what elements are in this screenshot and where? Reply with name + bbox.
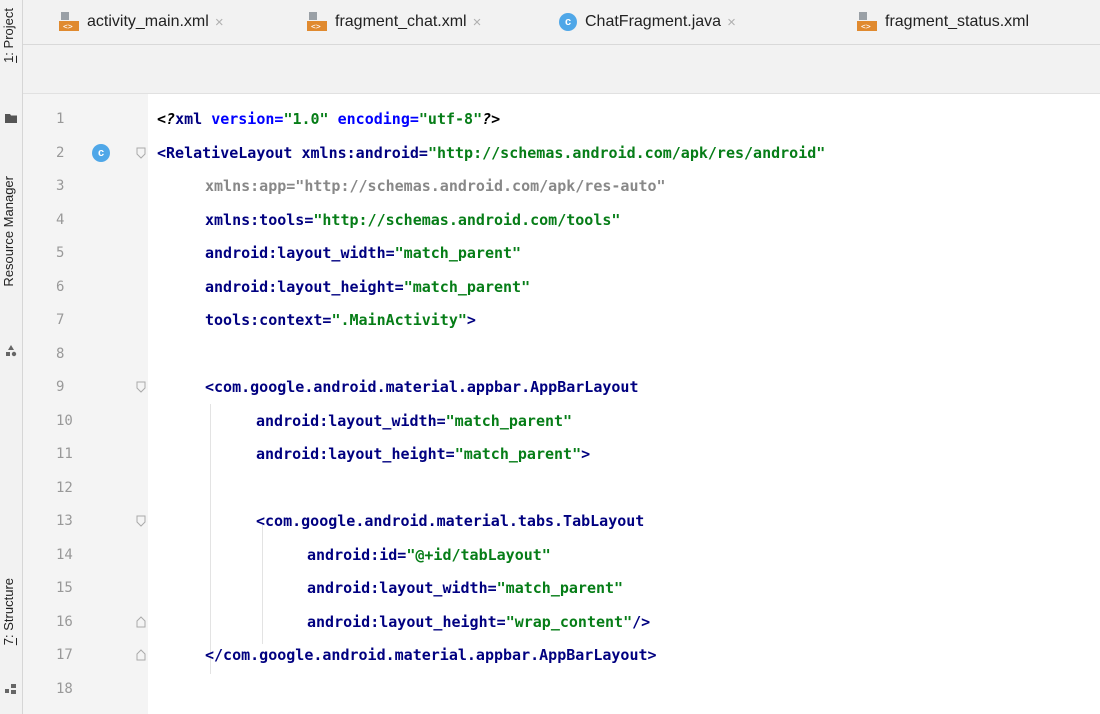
code-text: android:layout_width="match_parent" bbox=[205, 244, 522, 262]
class-gutter-icon[interactable]: c bbox=[92, 143, 110, 162]
code-text: xmlns:app="http://schemas.android.com/ap… bbox=[205, 177, 666, 195]
fold-open-icon[interactable] bbox=[136, 381, 146, 393]
tab-activity-main[interactable]: <> activity_main.xml × bbox=[59, 0, 224, 44]
code-line[interactable]: 14 android:id="@+id/tabLayout" bbox=[0, 540, 1100, 570]
line-number: 5 bbox=[56, 245, 65, 261]
line-number: 12 bbox=[56, 479, 73, 496]
xml-file-icon: <> bbox=[857, 12, 877, 31]
project-tool-button[interactable]: 1: Project bbox=[1, 8, 21, 63]
code-text: android:layout_height="match_parent"> bbox=[256, 445, 591, 463]
code-line[interactable]: 6 android:layout_height="match_parent" bbox=[0, 272, 1100, 302]
tab-fragment-status[interactable]: <> fragment_status.xml bbox=[857, 0, 1029, 44]
svg-text:<>: <> bbox=[63, 22, 73, 31]
line-number: 1 bbox=[56, 111, 65, 127]
code-text: <com.google.android.material.tabs.TabLay… bbox=[256, 512, 645, 530]
code-line[interactable]: 12 bbox=[0, 473, 1100, 503]
code-line[interactable]: 16 android:layout_height="wrap_content"/> bbox=[0, 607, 1100, 637]
code-text: android:layout_height="wrap_content"/> bbox=[307, 612, 651, 631]
tab-chat-fragment-java[interactable]: c ChatFragment.java × bbox=[559, 0, 736, 44]
breadcrumb-bar bbox=[23, 45, 1100, 94]
code-line[interactable]: 3 xmlns:app="http://schemas.android.com/a… bbox=[0, 171, 1100, 201]
svg-text:<>: <> bbox=[861, 22, 871, 31]
code-line[interactable]: 17 </com.google.android.material.appbar.A… bbox=[0, 640, 1100, 670]
code-line[interactable]: 7 tools:context=".MainActivity"> bbox=[0, 305, 1100, 335]
line-number: 4 bbox=[56, 211, 65, 228]
code-text: <com.google.android.material.appbar.AppB… bbox=[205, 378, 639, 396]
code-line[interactable]: 2 c <RelativeLayout xmlns:android="http://… bbox=[0, 138, 1100, 168]
line-number: 14 bbox=[56, 546, 73, 563]
line-number: 7 bbox=[56, 312, 65, 328]
line-number: 11 bbox=[56, 446, 73, 462]
line-number: 3 bbox=[56, 178, 65, 194]
line-number: 18 bbox=[56, 680, 73, 697]
code-text: <?xml version="1.0" encoding="utf-8"?> bbox=[157, 110, 501, 128]
fold-close-icon[interactable] bbox=[136, 649, 146, 661]
code-line[interactable]: 9 <com.google.android.material.appbar.App… bbox=[0, 372, 1100, 402]
fold-open-icon[interactable] bbox=[136, 147, 146, 159]
code-text: tools:context=".MainActivity"> bbox=[205, 311, 476, 329]
line-number: 8 bbox=[56, 345, 65, 362]
code-text: android:id="@+id/tabLayout" bbox=[307, 545, 551, 564]
code-line[interactable]: 15 android:layout_width="match_parent" bbox=[0, 573, 1100, 603]
java-class-icon: c bbox=[559, 13, 577, 31]
tab-label: fragment_chat.xml bbox=[335, 13, 467, 30]
code-line[interactable]: 1 <?xml version="1.0" encoding="utf-8"?> bbox=[0, 104, 1100, 134]
line-number: 16 bbox=[56, 613, 73, 630]
tab-fragment-chat[interactable]: <> fragment_chat.xml × bbox=[307, 0, 481, 44]
project-tool-label: : Project bbox=[1, 8, 16, 56]
code-text: android:layout_height="match_parent" bbox=[205, 277, 531, 296]
tab-label: ChatFragment.java bbox=[585, 13, 722, 30]
line-number: 13 bbox=[56, 513, 73, 529]
tab-label: activity_main.xml bbox=[87, 13, 209, 30]
line-number: 9 bbox=[56, 379, 65, 395]
line-number: 10 bbox=[56, 412, 73, 429]
code-line[interactable]: 13 <com.google.android.material.tabs.TabL… bbox=[0, 506, 1100, 536]
fold-open-icon[interactable] bbox=[136, 515, 146, 527]
close-icon[interactable]: × bbox=[727, 14, 736, 31]
code-text: </com.google.android.material.appbar.App… bbox=[205, 646, 657, 664]
code-text: android:layout_width="match_parent" bbox=[256, 411, 573, 430]
close-icon[interactable]: × bbox=[473, 14, 482, 31]
code-line[interactable]: 18 bbox=[0, 674, 1100, 704]
xml-file-icon: <> bbox=[59, 12, 79, 31]
line-number: 15 bbox=[56, 580, 73, 596]
code-line[interactable]: 10 android:layout_width="match_parent" bbox=[0, 406, 1100, 436]
code-text: android:layout_width="match_parent" bbox=[307, 579, 624, 597]
svg-text:<>: <> bbox=[311, 22, 321, 31]
code-text: xmlns:tools="http://schemas.android.com/… bbox=[205, 210, 621, 229]
close-icon[interactable]: × bbox=[215, 14, 224, 31]
xml-file-icon: <> bbox=[307, 12, 327, 31]
code-line[interactable]: 11 android:layout_height="match_parent"> bbox=[0, 439, 1100, 469]
line-number: 2 bbox=[56, 144, 65, 161]
tab-label: fragment_status.xml bbox=[885, 13, 1030, 30]
line-number: 6 bbox=[56, 278, 65, 295]
code-text: <RelativeLayout xmlns:android="http://sc… bbox=[157, 143, 826, 162]
code-line[interactable]: 8 bbox=[0, 339, 1100, 369]
project-tool-number: 1 bbox=[1, 55, 16, 63]
code-line[interactable]: 4 xmlns:tools="http://schemas.android.com… bbox=[0, 205, 1100, 235]
editor-tab-bar: <> activity_main.xml × <> fragment_chat.… bbox=[23, 0, 1100, 45]
fold-close-icon[interactable] bbox=[136, 615, 146, 628]
line-number: 17 bbox=[56, 647, 73, 663]
code-line[interactable]: 5 android:layout_width="match_parent" bbox=[0, 238, 1100, 268]
